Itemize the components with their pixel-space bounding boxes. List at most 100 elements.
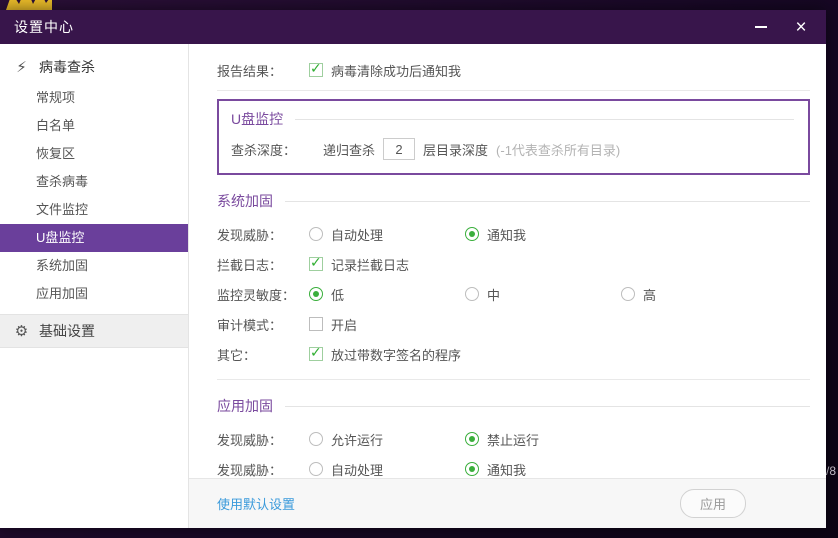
- checkbox-unchecked-icon[interactable]: [309, 317, 323, 331]
- radio-option[interactable]: 禁止运行: [465, 430, 621, 449]
- sidebar-item-system-hardening[interactable]: 系统加固: [0, 252, 188, 280]
- checkbox-option[interactable]: 病毒清除成功后通知我: [309, 61, 465, 80]
- background-logo-fragment: [6, 0, 52, 10]
- minimize-icon: [755, 26, 767, 28]
- content-panel: 报告结果： 病毒清除成功后通知我 U盘监控 查杀深度： 递归查杀: [189, 44, 826, 528]
- option-label: 中: [487, 285, 500, 304]
- option-label: 病毒清除成功后通知我: [331, 61, 461, 80]
- sidebar-item-app-hardening[interactable]: 应用加固: [0, 280, 188, 308]
- depth-suffix-text: 层目录深度: [423, 140, 488, 159]
- report-result-row: 报告结果： 病毒清除成功后通知我: [217, 56, 810, 84]
- radio-unchecked-icon[interactable]: [309, 227, 323, 241]
- system-section-header: 系统加固: [217, 191, 810, 211]
- depth-input[interactable]: [383, 138, 415, 160]
- apply-button[interactable]: 应用: [680, 489, 746, 518]
- gear-icon: ⚙: [13, 322, 30, 340]
- row-label: 审计模式：: [217, 315, 309, 334]
- sidebar-item-file-monitor[interactable]: 文件监控: [0, 196, 188, 224]
- sidebar-item-usb-monitor[interactable]: U盘监控: [0, 224, 189, 252]
- row-label: 报告结果：: [217, 61, 309, 80]
- sensitivity-row: 监控灵敏度： 低 中 高: [217, 279, 810, 309]
- radio-unchecked-icon[interactable]: [309, 462, 323, 476]
- row-label: 其它：: [217, 345, 309, 364]
- threat-found-row: 发现威胁： 自动处理 通知我: [217, 219, 810, 249]
- window-title: 设置中心: [14, 17, 74, 37]
- threat-found-row: 发现威胁： 允许运行 禁止运行: [217, 424, 810, 454]
- section-title: U盘监控: [231, 109, 283, 129]
- titlebar-buttons: ×: [746, 14, 816, 40]
- radio-unchecked-icon[interactable]: [309, 432, 323, 446]
- depth-prefix-text: 递归查杀: [323, 140, 375, 159]
- radio-checked-icon[interactable]: [465, 462, 479, 476]
- audit-mode-row: 审计模式： 开启: [217, 309, 810, 339]
- radio-option[interactable]: 高: [621, 285, 777, 304]
- row-label: 发现威胁：: [217, 460, 309, 479]
- section-rule: [285, 406, 810, 407]
- sidebar-item-scan-virus[interactable]: 查杀病毒: [0, 168, 188, 196]
- window-body: ⚡ 病毒查杀 常规项 白名单 恢复区 查杀病毒 文件监控 U盘监控 系统加固 应…: [0, 44, 826, 528]
- section-title: 应用加固: [217, 396, 273, 416]
- use-default-settings-link[interactable]: 使用默认设置: [217, 494, 295, 513]
- radio-option[interactable]: 自动处理: [309, 225, 465, 244]
- sidebar-section-virus: ⚡ 病毒查杀: [0, 50, 188, 84]
- radio-option[interactable]: 中: [465, 285, 621, 304]
- radio-unchecked-icon[interactable]: [465, 287, 479, 301]
- section-rule: [295, 119, 794, 120]
- threat-found-row: 发现威胁： 自动处理 通知我: [217, 454, 810, 478]
- radio-option[interactable]: 允许运行: [309, 430, 465, 449]
- checkbox-checked-icon[interactable]: [309, 347, 323, 361]
- checkbox-checked-icon[interactable]: [309, 63, 323, 77]
- option-label: 记录拦截日志: [331, 255, 409, 274]
- option-label: 高: [643, 285, 656, 304]
- checkbox-option[interactable]: 放过带数字签名的程序: [309, 345, 465, 364]
- option-label: 开启: [331, 315, 357, 334]
- radio-unchecked-icon[interactable]: [621, 287, 635, 301]
- radio-checked-icon[interactable]: [309, 287, 323, 301]
- option-label: 低: [331, 285, 344, 304]
- sidebar-section-basic[interactable]: ⚙ 基础设置: [0, 314, 188, 348]
- close-icon: ×: [795, 18, 806, 37]
- sidebar-section-label: 病毒查杀: [39, 57, 95, 77]
- radio-option[interactable]: 通知我: [465, 225, 621, 244]
- sidebar-item-recovery[interactable]: 恢复区: [0, 140, 188, 168]
- option-label: 通知我: [487, 225, 526, 244]
- sidebar-item-whitelist[interactable]: 白名单: [0, 112, 188, 140]
- footer-bar: 使用默认设置 应用: [189, 478, 826, 528]
- radio-checked-icon[interactable]: [465, 227, 479, 241]
- checkbox-option[interactable]: 开启: [309, 315, 465, 334]
- row-label: 监控灵敏度：: [217, 285, 309, 304]
- radio-option[interactable]: 自动处理: [309, 460, 465, 479]
- app-section-header: 应用加固: [217, 396, 810, 416]
- option-label: 自动处理: [331, 225, 383, 244]
- section-rule: [285, 201, 810, 202]
- checkbox-option[interactable]: 记录拦截日志: [309, 255, 465, 274]
- option-label: 禁止运行: [487, 430, 539, 449]
- system-section-rows: 发现威胁： 自动处理 通知我 拦截日志：: [217, 219, 810, 369]
- lightning-icon: ⚡: [13, 58, 30, 76]
- sidebar: ⚡ 病毒查杀 常规项 白名单 恢复区 查杀病毒 文件监控 U盘监控 系统加固 应…: [0, 44, 189, 528]
- titlebar: 设置中心 ×: [0, 10, 826, 44]
- scan-depth-row: 查杀深度： 递归查杀 层目录深度 (-1代表查杀所有目录): [231, 135, 794, 163]
- section-title: 系统加固: [217, 191, 273, 211]
- row-label: 发现威胁：: [217, 225, 309, 244]
- radio-option[interactable]: 低: [309, 285, 465, 304]
- settings-window: 设置中心 × ⚡ 病毒查杀 常规项 白名单 恢复区 查杀病毒 文件监控 U盘监控…: [0, 10, 826, 528]
- minimize-button[interactable]: [746, 14, 776, 40]
- settings-scroll-area[interactable]: 报告结果： 病毒清除成功后通知我 U盘监控 查杀深度： 递归查杀: [189, 44, 826, 478]
- option-label: 通知我: [487, 460, 526, 479]
- checkbox-checked-icon[interactable]: [309, 257, 323, 271]
- sidebar-item-general[interactable]: 常规项: [0, 84, 188, 112]
- other-row: 其它： 放过带数字签名的程序: [217, 339, 810, 369]
- section-divider: [217, 90, 810, 91]
- section-divider: [217, 379, 810, 380]
- app-section-rows: 发现威胁： 允许运行 禁止运行 发现威胁：: [217, 424, 810, 478]
- sidebar-section-label: 基础设置: [39, 321, 95, 341]
- usb-monitor-highlight-box: U盘监控 查杀深度： 递归查杀 层目录深度 (-1代表查杀所有目录): [217, 99, 810, 175]
- radio-checked-icon[interactable]: [465, 432, 479, 446]
- option-label: 自动处理: [331, 460, 383, 479]
- screen: { "background": { "fragment_text": "/8" …: [0, 0, 838, 538]
- radio-option[interactable]: 通知我: [465, 460, 621, 479]
- close-button[interactable]: ×: [786, 14, 816, 40]
- usb-section-header: U盘监控: [231, 109, 794, 129]
- row-label: 拦截日志：: [217, 255, 309, 274]
